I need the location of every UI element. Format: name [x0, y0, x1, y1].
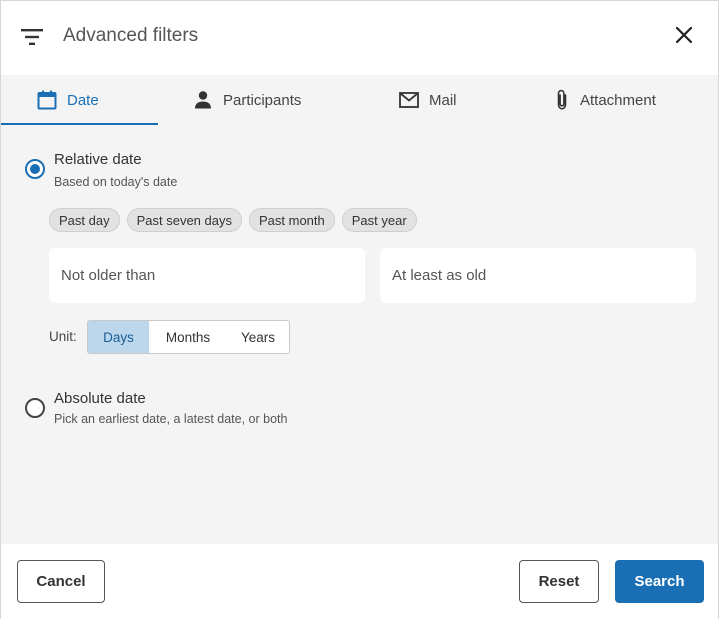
chip-past-month[interactable]: Past month — [248, 208, 335, 232]
unit-label: Unit: — [49, 329, 77, 344]
calendar-icon — [37, 90, 57, 110]
tab-attachment-label: Attachment — [580, 91, 656, 109]
unit-toggle-group: Days Months Years — [87, 320, 290, 354]
paperclip-icon — [554, 89, 570, 111]
not-older-than-input[interactable] — [49, 248, 365, 303]
close-icon — [675, 26, 693, 48]
unit-days-button[interactable]: Days — [88, 321, 149, 353]
tab-mail-label: Mail — [429, 91, 457, 109]
close-button[interactable] — [672, 25, 696, 49]
unit-years-button[interactable]: Years — [227, 321, 289, 353]
dialog-header: Advanced filters — [1, 1, 718, 75]
tab-date[interactable]: Date — [1, 75, 158, 125]
cancel-button[interactable]: Cancel — [17, 560, 105, 603]
tab-mail[interactable]: Mail — [399, 75, 457, 125]
tab-date-label: Date — [67, 91, 99, 109]
absolute-date-label: Absolute date — [54, 390, 146, 407]
relative-date-description: Based on today's date — [54, 175, 178, 189]
at-least-as-old-input[interactable] — [380, 248, 696, 303]
tab-participants-label: Participants — [223, 91, 302, 109]
dialog-footer: Cancel Reset Search — [1, 544, 718, 619]
chip-past-day[interactable]: Past day — [49, 208, 120, 232]
tab-participants[interactable]: Participants — [193, 75, 301, 125]
reset-button[interactable]: Reset — [519, 560, 599, 603]
relative-date-radio[interactable] — [25, 159, 45, 179]
filter-tabs: Date Participants Mail Attachment — [1, 75, 718, 125]
person-icon — [193, 90, 213, 110]
unit-months-button[interactable]: Months — [149, 321, 227, 353]
advanced-filters-dialog: Advanced filters Date Participants Mail … — [0, 0, 719, 619]
chip-past-seven-days[interactable]: Past seven days — [126, 208, 242, 232]
relative-date-label: Relative date — [54, 151, 142, 168]
search-button[interactable]: Search — [615, 560, 704, 603]
chip-past-year[interactable]: Past year — [341, 208, 417, 232]
mail-icon — [399, 92, 419, 108]
filter-icon — [21, 28, 43, 46]
absolute-date-radio[interactable] — [25, 398, 45, 418]
preset-chips: Past day Past seven days Past month Past… — [49, 208, 417, 232]
date-filter-panel: Relative date Based on today's date Past… — [1, 125, 718, 544]
tab-attachment[interactable]: Attachment — [554, 75, 656, 125]
absolute-date-description: Pick an earliest date, a latest date, or… — [54, 412, 288, 426]
dialog-title: Advanced filters — [63, 25, 199, 46]
